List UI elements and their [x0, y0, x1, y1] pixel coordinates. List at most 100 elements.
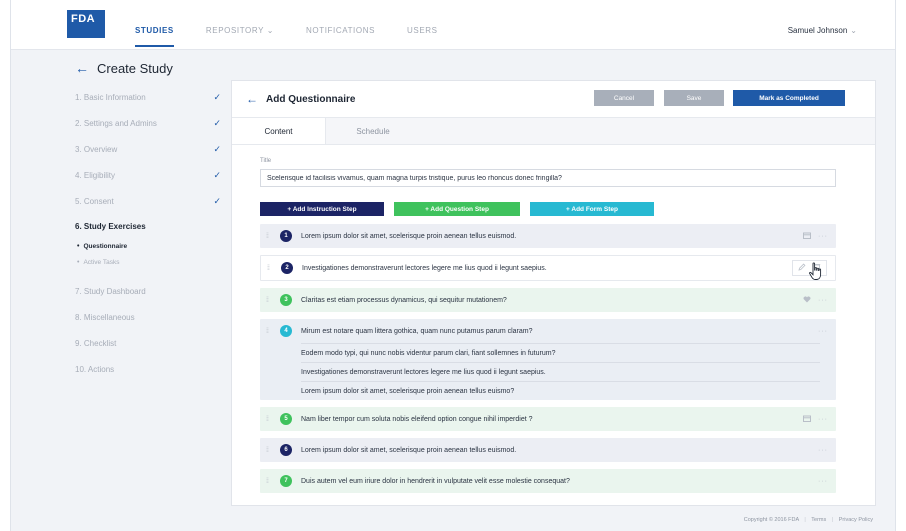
sidebar-item-label: 7. Study Dashboard [75, 286, 146, 296]
page-title: ← Create Study [75, 60, 173, 76]
back-arrow-icon[interactable]: ← [75, 60, 89, 76]
sidebar-item-label: 2. Settings and Admins [75, 118, 157, 128]
heart-icon[interactable] [803, 295, 811, 305]
footer-separator: | [831, 517, 834, 523]
step-actions: ··· [811, 469, 828, 493]
calendar-icon[interactable] [803, 415, 811, 424]
step-item[interactable]: ⁞⁞ 1 Lorem ipsum dolor sit amet, sceleri… [260, 224, 836, 248]
more-options-icon[interactable]: ··· [818, 478, 828, 485]
check-icon: ✓ [213, 91, 221, 102]
step-text: Nam liber tempor cum soluta nobis eleife… [301, 415, 533, 423]
title-input[interactable] [260, 169, 836, 187]
add-question-step-button[interactable]: + Add Question Step [394, 202, 520, 216]
sidebar-item-miscellaneous[interactable]: 8. Miscellaneous [75, 304, 225, 330]
nav-users[interactable]: USERS [407, 26, 438, 47]
step-number-badge: 4 [280, 325, 292, 337]
drag-handle-icon[interactable]: ⁞⁞ [260, 297, 274, 304]
add-form-step-button[interactable]: + Add Form Step [530, 202, 654, 216]
sidebar-item-study-dashboard[interactable]: 7. Study Dashboard [75, 278, 225, 304]
sidebar-item-label: 8. Miscellaneous [75, 312, 135, 322]
step-number-badge: 3 [280, 294, 292, 306]
step-text: Duis autem vel eum iriure dolor in hendr… [301, 477, 570, 485]
sidebar-item-label: 1. Basic Information [75, 92, 146, 102]
check-icon: ✓ [213, 169, 221, 180]
edit-icon[interactable] [798, 263, 806, 273]
privacy-policy-link[interactable]: Privacy Policy [839, 517, 873, 523]
form-sub-question[interactable]: Lorem ipsum dolor sit amet, scelerisque … [301, 381, 820, 400]
step-number-badge: 7 [280, 475, 292, 487]
sidebar-subitem-active-tasks[interactable]: • Active Tasks [75, 254, 225, 270]
step-number-badge: 1 [280, 230, 292, 242]
sidebar-subitem-questionnaire[interactable]: • Questionnaire [75, 238, 225, 254]
step-text: Lorem ipsum dolor sit amet, scelerisque … [301, 446, 517, 454]
bullet-icon: • [77, 242, 80, 250]
step-item[interactable]: ⁞⁞ 3 Claritas est etiam processus dynami… [260, 288, 836, 312]
footer: Copyright © 2016 FDA | Terms | Privacy P… [744, 517, 873, 523]
top-bar: FDA STUDIES REPOSITORY ⌄ NOTIFICATIONS U… [11, 0, 895, 50]
step-actions: ··· [811, 319, 828, 343]
sidebar-item-eligibility[interactable]: 4. Eligibility ✓ [75, 162, 225, 188]
step-item[interactable]: ⁞⁞ 5 Nam liber tempor cum soluta nobis e… [260, 407, 836, 431]
more-options-icon[interactable]: ··· [818, 297, 828, 304]
step-item[interactable]: ⁞⁞ 6 Lorem ipsum dolor sit amet, sceleri… [260, 438, 836, 462]
mark-as-completed-button[interactable]: Mark as Completed [733, 90, 845, 106]
more-options-icon[interactable]: ··· [818, 447, 828, 454]
step-text: Lorem ipsum dolor sit amet, scelerisque … [301, 232, 517, 240]
more-options-icon[interactable]: ··· [818, 416, 828, 423]
form-sub-question[interactable]: Eodem modo typi, qui nunc nobis videntur… [301, 343, 820, 362]
sidebar-item-basic-information[interactable]: 1. Basic Information ✓ [75, 84, 225, 110]
drag-handle-icon[interactable]: ⁞⁞ [261, 265, 275, 272]
back-arrow-icon[interactable]: ← [246, 92, 258, 106]
sidebar-subitem-label: Active Tasks [83, 258, 120, 266]
check-icon: ✓ [213, 117, 221, 128]
drag-handle-icon[interactable]: ⁞⁞ [260, 328, 274, 335]
user-menu[interactable]: Samuel Johnson ⌄ [788, 26, 857, 35]
hand-cursor-icon [808, 262, 824, 282]
sidebar-item-actions[interactable]: 10. Actions [75, 356, 225, 382]
sidebar-item-settings-and-admins[interactable]: 2. Settings and Admins ✓ [75, 110, 225, 136]
step-actions: ··· [796, 288, 828, 312]
page-title-text: Create Study [97, 60, 173, 76]
check-icon: ✓ [213, 195, 221, 206]
step-item[interactable]: ⁞⁞ 2 Investigationes demonstraverunt lec… [260, 255, 836, 281]
tab-schedule[interactable]: Schedule [326, 118, 420, 144]
main-nav: STUDIES REPOSITORY ⌄ NOTIFICATIONS USERS [135, 26, 470, 47]
step-item[interactable]: ⁞⁞ 7 Duis autem vel eum iriure dolor in … [260, 469, 836, 493]
sidebar-item-label: 4. Eligibility [75, 170, 116, 180]
drag-handle-icon[interactable]: ⁞⁞ [260, 416, 274, 423]
bullet-icon: • [77, 258, 80, 266]
drag-handle-icon[interactable]: ⁞⁞ [260, 447, 274, 454]
calendar-icon[interactable] [803, 232, 811, 241]
step-item[interactable]: ⁞⁞ 4 Mirum est notare quam littera gothi… [260, 319, 836, 400]
drag-handle-icon[interactable]: ⁞⁞ [260, 233, 274, 240]
nav-studies[interactable]: STUDIES [135, 26, 174, 47]
cancel-button[interactable]: Cancel [594, 90, 654, 106]
sidebar-item-study-exercises[interactable]: 6. Study Exercises [75, 214, 225, 238]
step-number-badge: 2 [281, 262, 293, 274]
study-steps-sidebar: 1. Basic Information ✓ 2. Settings and A… [75, 84, 225, 382]
sidebar-item-label: 9. Checklist [75, 338, 117, 348]
tab-bar: Content Schedule [232, 117, 875, 145]
terms-link[interactable]: Terms [811, 517, 826, 523]
sidebar-item-checklist[interactable]: 9. Checklist [75, 330, 225, 356]
copyright-text: Copyright © 2016 FDA [743, 517, 799, 523]
form-sub-question[interactable]: Investigationes demonstraverunt lectores… [301, 362, 820, 381]
step-actions: ··· [811, 438, 828, 462]
fda-logo[interactable]: FDA [67, 10, 105, 38]
step-number-badge: 6 [280, 444, 292, 456]
nav-notifications[interactable]: NOTIFICATIONS [306, 26, 375, 47]
save-button[interactable]: Save [664, 90, 724, 106]
step-text: Mirum est notare quam littera gothica, q… [301, 327, 533, 335]
more-options-icon[interactable]: ··· [818, 233, 828, 240]
sidebar-item-overview[interactable]: 3. Overview ✓ [75, 136, 225, 162]
more-options-icon[interactable]: ··· [818, 328, 828, 335]
user-name: Samuel Johnson [787, 26, 848, 35]
nav-repository[interactable]: REPOSITORY ⌄ [206, 26, 274, 47]
drag-handle-icon[interactable]: ⁞⁞ [260, 478, 274, 485]
step-number-badge: 5 [280, 413, 292, 425]
add-instruction-step-button[interactable]: + Add Instruction Step [260, 202, 384, 216]
sidebar-item-consent[interactable]: 5. Consent ✓ [75, 188, 225, 214]
sidebar-item-label: 3. Overview [75, 144, 118, 154]
tab-content[interactable]: Content [232, 118, 326, 144]
card-title: Add Questionnaire [266, 93, 356, 105]
